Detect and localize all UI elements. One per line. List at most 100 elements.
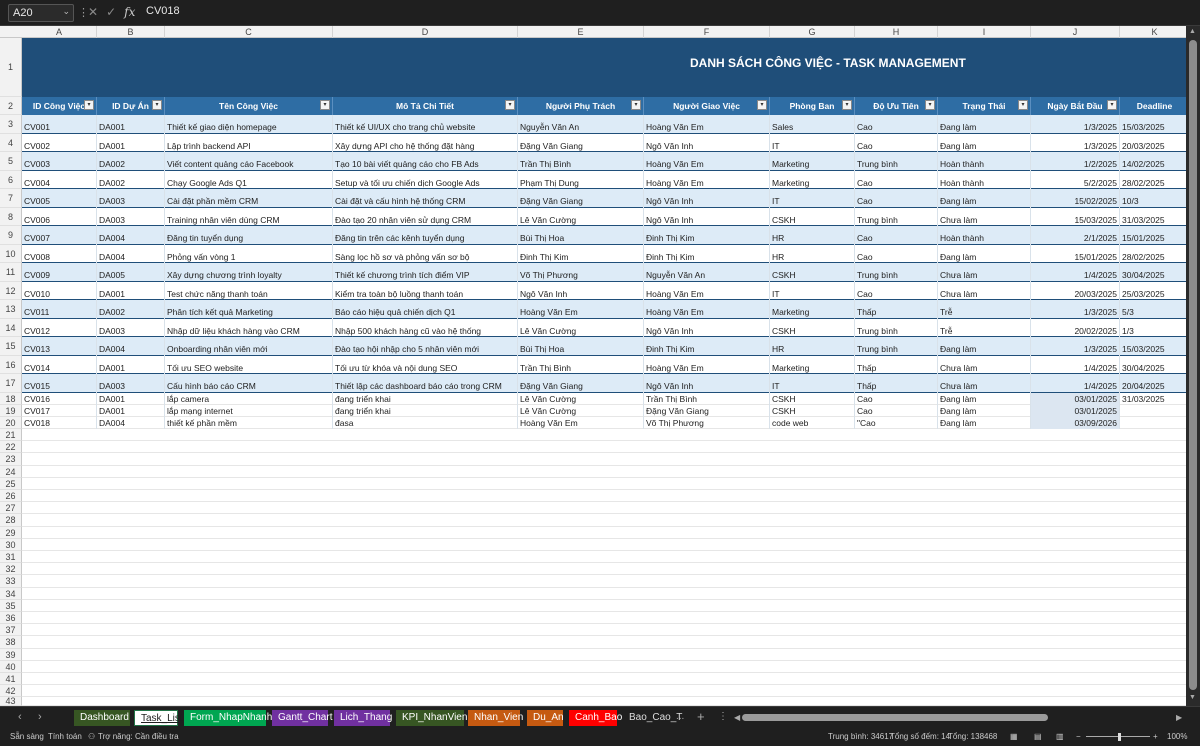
row-header-13[interactable]: 13 xyxy=(0,300,22,319)
vertical-scrollbar[interactable]: ▲ ▼ xyxy=(1186,26,1200,706)
table-cell[interactable]: Trễ xyxy=(938,319,1031,337)
table-cell[interactable]: Đặng Văn Giang xyxy=(518,374,644,393)
table-cell[interactable]: CV015 xyxy=(22,374,97,393)
zoom-out-icon[interactable]: − xyxy=(1076,732,1081,741)
table-cell[interactable]: Xây dựng chương trình loyalty xyxy=(165,263,333,282)
table-cell[interactable]: DA001 xyxy=(97,282,165,300)
table-cell[interactable]: Đinh Thị Kim xyxy=(644,245,770,263)
table-cell[interactable]: Hoàn thành xyxy=(938,226,1031,245)
table-cell[interactable]: HR xyxy=(770,226,855,245)
table-cell[interactable]: DA001 xyxy=(97,356,165,374)
table-cell[interactable]: đasa xyxy=(333,417,518,429)
table-cell[interactable]: 20/04/2025 xyxy=(1120,374,1186,393)
row-header-38[interactable]: 38 xyxy=(0,636,22,649)
table-cell[interactable]: Ngô Văn Inh xyxy=(644,208,770,226)
table-cell[interactable]: DA003 xyxy=(97,208,165,226)
table-cell[interactable]: CSKH xyxy=(770,405,855,417)
table-cell[interactable]: Sales xyxy=(770,115,855,134)
table-cell[interactable]: 03/09/2026 xyxy=(1031,417,1120,429)
table-cell[interactable]: Thấp xyxy=(855,356,938,374)
table-cell[interactable]: DA001 xyxy=(97,115,165,134)
table-cell[interactable]: Chưa làm xyxy=(938,374,1031,393)
table-cell[interactable]: Ngô Văn Inh xyxy=(644,374,770,393)
table-cell[interactable]: DA004 xyxy=(97,337,165,356)
table-cell[interactable]: Chưa làm xyxy=(938,263,1031,282)
row-header-41[interactable]: 41 xyxy=(0,673,22,686)
table-cell[interactable]: CSKH xyxy=(770,208,855,226)
tab-task_list[interactable]: Task_List xyxy=(134,710,183,726)
table-cell[interactable]: "Cao xyxy=(855,417,938,429)
table-cell[interactable]: DA001 xyxy=(97,134,165,152)
row-header-19[interactable]: 19 xyxy=(0,405,22,417)
table-cell[interactable]: 14/02/2025 xyxy=(1120,152,1186,171)
table-cell[interactable]: Cao xyxy=(855,245,938,263)
table-cell[interactable]: Hoàng Văn Em xyxy=(518,300,644,319)
table-cell[interactable]: 15/02/2025 xyxy=(1031,189,1120,208)
table-cell[interactable]: 31/03/2025 xyxy=(1120,393,1186,405)
filter-dropdown-icon[interactable]: ▾ xyxy=(1107,100,1117,110)
table-cell[interactable]: Chạy Google Ads Q1 xyxy=(165,171,333,189)
row-header-5[interactable]: 5 xyxy=(0,152,22,171)
table-cell[interactable]: Trung bình xyxy=(855,208,938,226)
row-header-25[interactable]: 25 xyxy=(0,477,22,490)
table-cell[interactable]: CSKH xyxy=(770,393,855,405)
name-box[interactable]: A20 ⌄ xyxy=(8,4,74,22)
table-cell[interactable]: Ngô Văn Inh xyxy=(644,189,770,208)
table-cell[interactable]: Nhập dữ liệu khách hàng vào CRM xyxy=(165,319,333,337)
table-cell[interactable]: IT xyxy=(770,282,855,300)
column-header-a[interactable]: A xyxy=(22,26,97,38)
table-cell[interactable]: DA005 xyxy=(97,263,165,282)
row-header-4[interactable]: 4 xyxy=(0,134,22,152)
row-header-20[interactable]: 20 xyxy=(0,417,22,429)
table-cell[interactable]: 1/4/2025 xyxy=(1031,374,1120,393)
row-header-7[interactable]: 7 xyxy=(0,189,22,208)
table-cell[interactable]: Hoàn thành xyxy=(938,171,1031,189)
table-cell[interactable]: Ngô Văn Inh xyxy=(644,319,770,337)
table-cell[interactable]: DA002 xyxy=(97,152,165,171)
table-cell[interactable]: Chưa làm xyxy=(938,282,1031,300)
table-cell[interactable]: CV014 xyxy=(22,356,97,374)
tab-canh_bao[interactable]: Canh_Bao xyxy=(569,710,622,726)
row-header-10[interactable]: 10 xyxy=(0,245,22,263)
row-header-23[interactable]: 23 xyxy=(0,453,22,466)
table-cell[interactable]: CV004 xyxy=(22,171,97,189)
row-header-16[interactable]: 16 xyxy=(0,356,22,374)
row-header-35[interactable]: 35 xyxy=(0,599,22,612)
table-cell[interactable]: Thấp xyxy=(855,374,938,393)
table-cell[interactable]: lắp camera xyxy=(165,393,333,405)
table-cell[interactable]: Đang làm xyxy=(938,337,1031,356)
table-cell[interactable]: 20/03/2025 xyxy=(1120,134,1186,152)
table-cell[interactable]: Phân tích kết quả Marketing xyxy=(165,300,333,319)
table-cell[interactable]: Võ Thị Phương xyxy=(518,263,644,282)
tab-gantt_chart[interactable]: Gantt_Chart xyxy=(272,710,332,726)
table-cell[interactable]: Đinh Thị Kim xyxy=(644,226,770,245)
row-header-33[interactable]: 33 xyxy=(0,575,22,588)
worksheet-grid[interactable]: ABCDEFGHIJK DANH SÁCH CÔNG VIỆC - TASK M… xyxy=(0,26,1186,706)
table-cell[interactable]: Bùi Thị Hoa xyxy=(518,337,644,356)
table-cell[interactable]: Marketing xyxy=(770,171,855,189)
table-cell[interactable]: DA002 xyxy=(97,171,165,189)
table-cell[interactable]: 15/03/2025 xyxy=(1120,115,1186,134)
row-header-27[interactable]: 27 xyxy=(0,502,22,515)
filter-dropdown-icon[interactable]: ▾ xyxy=(152,100,162,110)
row-header-37[interactable]: 37 xyxy=(0,624,22,637)
column-header-f[interactable]: F xyxy=(644,26,770,38)
table-cell[interactable]: CSKH xyxy=(770,319,855,337)
row-header-15[interactable]: 15 xyxy=(0,337,22,356)
filter-dropdown-icon[interactable]: ▾ xyxy=(631,100,641,110)
table-cell[interactable]: Tối ưu SEO website xyxy=(165,356,333,374)
table-cell[interactable]: Cao xyxy=(855,115,938,134)
table-cell[interactable]: Onboarding nhân viên mới xyxy=(165,337,333,356)
table-cell[interactable]: lắp mạng internet xyxy=(165,405,333,417)
function-icon[interactable]: fx xyxy=(124,5,135,19)
table-cell[interactable]: Sàng lọc hồ sơ và phỏng vấn sơ bộ xyxy=(333,245,518,263)
row-header-14[interactable]: 14 xyxy=(0,319,22,337)
table-cell[interactable]: HR xyxy=(770,337,855,356)
filter-dropdown-icon[interactable]: ▾ xyxy=(84,100,94,110)
table-cell[interactable]: Trần Thị Bình xyxy=(518,356,644,374)
tab-form_nhapnhanh[interactable]: Form_NhapNhanh xyxy=(184,710,272,726)
table-cell[interactable]: Hoàn thành xyxy=(938,152,1031,171)
table-cell[interactable]: 2/1/2025 xyxy=(1031,226,1120,245)
table-cell[interactable]: Lê Văn Cường xyxy=(518,393,644,405)
table-cell[interactable]: Cao xyxy=(855,226,938,245)
